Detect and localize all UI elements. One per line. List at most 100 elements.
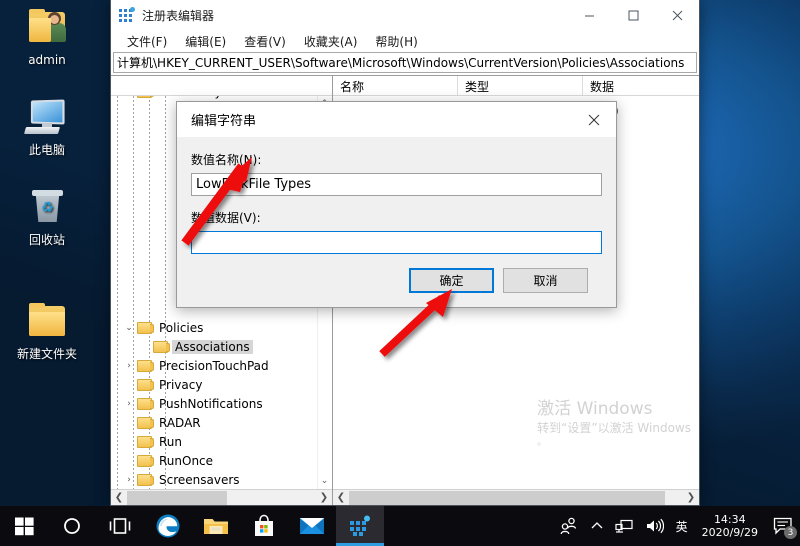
microsoft-store-button[interactable] [240,506,288,546]
network-icon [614,519,633,533]
task-view-button[interactable] [96,506,144,546]
chevron-left-icon[interactable]: ❮ [333,492,349,503]
folder-icon [137,359,154,372]
clock[interactable]: 14:34 2020/9/29 [694,506,766,546]
list-hscroll-track[interactable] [349,490,683,506]
chevron-right-icon[interactable]: › [121,361,137,371]
chevron-right-icon[interactable]: ❯ [316,492,332,503]
tree-item[interactable]: ⌄ Policies [121,318,206,337]
tree-item[interactable]: › PrecisionTouchPad [121,356,272,375]
address-bar[interactable]: 计算机\HKEY_CURRENT_USER\Software\Microsoft… [113,52,697,73]
list-hscroll-thumb[interactable] [349,490,665,505]
tree-item-label: PrecisionTouchPad [159,358,269,373]
chevron-right-icon[interactable]: ❯ [683,492,699,503]
mail-button[interactable] [288,506,336,546]
watermark-line-3: 。 [537,437,548,448]
tree-hscroll-track[interactable] [127,490,316,506]
chevron-down-icon[interactable]: ⌄ [318,473,331,489]
notification-center-button[interactable]: 3 [766,506,800,546]
dialog-body: 数值名称(N): 数值数据(V): 确定 取消 [177,137,616,307]
chevron-left-icon[interactable]: ❮ [111,492,127,503]
window-title: 注册表编辑器 [142,8,215,23]
tree-header [111,76,332,96]
desktop-icon-new-folder[interactable]: 新建文件夹 [4,300,90,361]
folder-icon [23,300,71,344]
menu-help[interactable]: 帮助(H) [367,31,425,52]
user-folder-icon [23,6,71,50]
column-header-type[interactable]: 类型 [458,76,583,95]
close-button[interactable] [655,0,699,30]
dialog-title: 编辑字符串 [191,114,257,129]
close-icon[interactable] [572,102,616,137]
chevron-right-icon[interactable]: › [121,96,137,97]
menu-edit[interactable]: 编辑(E) [177,31,234,52]
value-name-input[interactable] [191,173,602,196]
column-header-name[interactable]: 名称 [333,76,458,95]
folder-icon [137,473,154,486]
value-name-label: 数值名称(N): [191,153,262,167]
tree-item[interactable]: RunOnce [121,451,216,470]
start-button[interactable] [0,506,48,546]
value-data-input[interactable] [191,231,602,254]
chevron-down-icon[interactable]: ⌄ [121,323,137,333]
desktop-icon-admin[interactable]: admin [4,6,90,67]
tree-item-label: Screensavers [159,472,240,487]
menu-view[interactable]: 查看(V) [236,31,294,52]
taskbar-registry-editor-button[interactable] [336,506,384,546]
folder-icon [137,96,154,98]
tree-item[interactable]: Run [121,432,185,451]
watermark-line-1: 激活 Windows [537,399,653,419]
menu-bar: 文件(F) 编辑(E) 查看(V) 收藏夹(A) 帮助(H) [111,30,699,52]
windows-start-icon [14,517,34,535]
ok-button[interactable]: 确定 [409,268,494,293]
desktop-icon-this-pc[interactable]: 此电脑 [4,96,90,157]
people-button[interactable] [553,506,585,546]
tree-item-label: FileHistory [156,96,225,99]
menu-favorites[interactable]: 收藏夹(A) [296,31,366,52]
chevron-right-icon[interactable]: › [121,399,137,409]
edit-string-dialog: 编辑字符串 数值名称(N): 数值数据(V): 确定 取消 [176,101,617,308]
tray-overflow-button[interactable] [585,506,609,546]
people-icon [560,517,576,535]
tree-item[interactable]: RADAR [121,413,204,432]
tree-item[interactable]: › Screensavers [121,470,243,489]
cortana-search-button[interactable] [48,506,96,546]
window-controls [567,0,699,30]
cancel-button[interactable]: 取消 [503,268,588,293]
column-header-data[interactable]: 数据 [583,76,699,95]
tree-item-label: Privacy [159,377,203,392]
menu-file[interactable]: 文件(F) [119,31,175,52]
tree-item[interactable]: › PushNotifications [121,394,266,413]
recycle-bin-icon: ♻ [23,186,71,230]
microsoft-store-icon [255,514,273,536]
tree-item-label: Run [159,434,183,449]
clock-date: 2020/9/29 [701,526,758,539]
list-horizontal-scrollbar[interactable]: ❮ ❯ [333,489,699,505]
folder-icon [153,340,170,353]
this-pc-icon [23,96,71,140]
dialog-buttons: 确定 取消 [191,254,602,293]
file-explorer-button[interactable] [192,506,240,546]
desktop-icon-label: 此电脑 [28,143,65,157]
folder-icon [137,378,154,391]
tree-item-label: Associations [172,339,253,354]
tree-item[interactable]: Privacy [121,375,205,394]
taskbar: 英 14:34 2020/9/29 3 [0,506,800,546]
tree-item-label: RunOnce [159,453,214,468]
tree-item[interactable]: Associations [137,337,253,356]
network-button[interactable] [609,506,639,546]
folder-icon [137,454,154,467]
desktop-icon-label: admin [28,53,66,67]
window-titlebar: 注册表编辑器 [111,0,699,30]
registry-editor-icon [350,515,370,536]
edge-browser-button[interactable] [144,506,192,546]
minimize-button[interactable] [567,0,611,30]
ime-indicator[interactable]: 英 [670,506,694,546]
desktop-icon-recycle-bin[interactable]: ♻ 回收站 [4,186,90,247]
tree-horizontal-scrollbar[interactable]: ❮ ❯ [111,489,332,505]
tree-hscroll-thumb[interactable] [127,490,227,505]
edge-browser-icon [156,514,180,538]
volume-button[interactable] [639,506,670,546]
maximize-button[interactable] [611,0,655,30]
chevron-right-icon[interactable]: › [121,475,137,485]
